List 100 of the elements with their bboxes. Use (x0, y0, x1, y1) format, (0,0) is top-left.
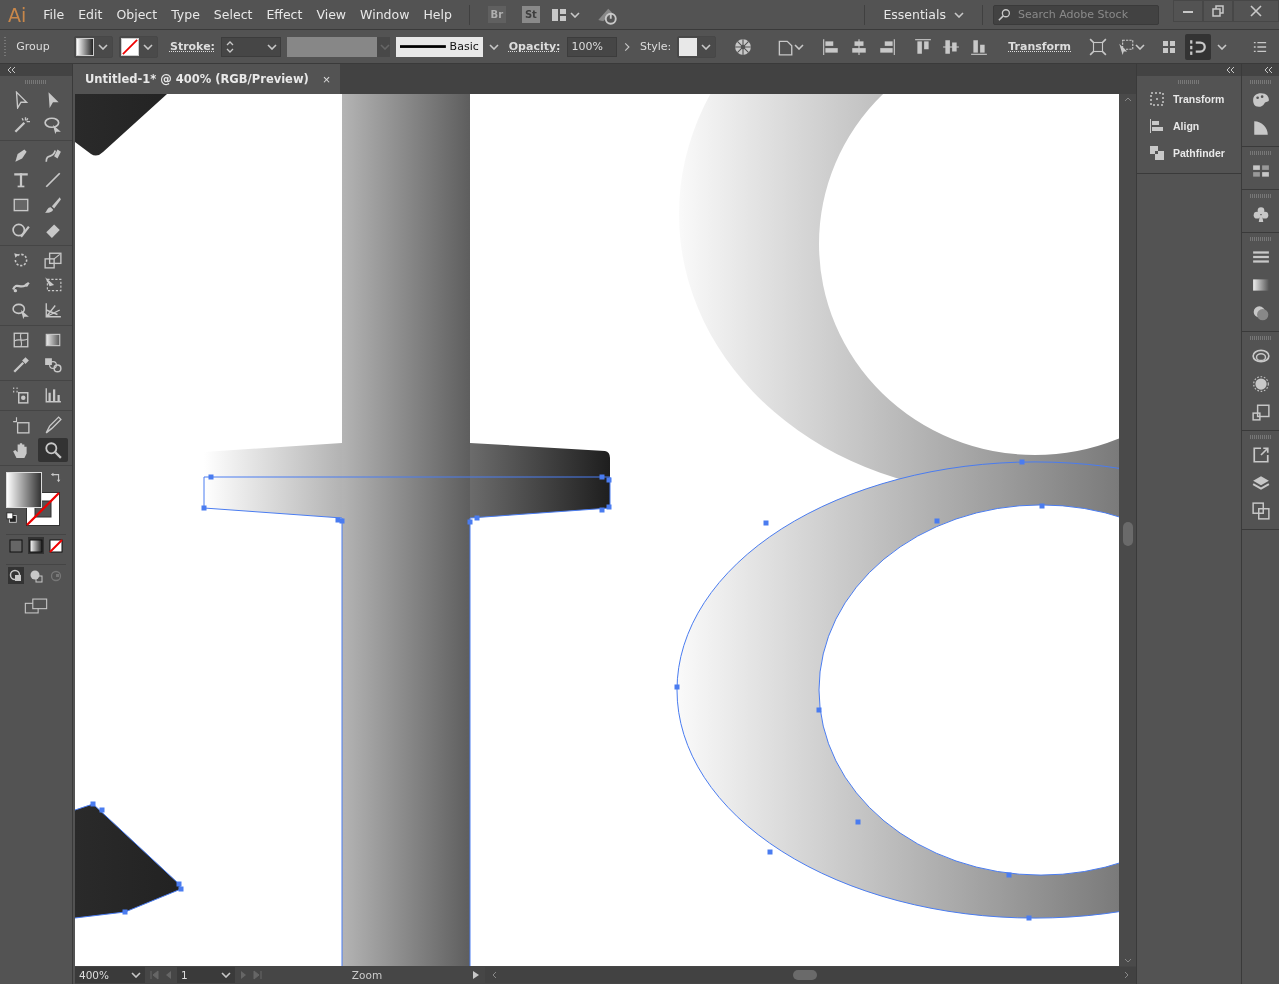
free-transform-icon (44, 276, 62, 294)
magnifier-icon (44, 441, 62, 459)
screen-mode-icon[interactable] (24, 598, 48, 614)
shape-builder-icon (12, 301, 30, 319)
variable-width-dropdown[interactable] (286, 36, 390, 57)
chevron-icon[interactable] (488, 43, 499, 50)
app-logo: Ai (7, 3, 28, 26)
align-left-icon[interactable] (822, 37, 841, 56)
align-bottom-icon[interactable] (970, 37, 989, 56)
palette-icon[interactable] (1251, 91, 1270, 109)
scrollbar-thumb[interactable] (1122, 522, 1133, 546)
stroke-weight-field[interactable] (221, 36, 281, 57)
chevron-icon[interactable] (221, 972, 231, 978)
eyedropper-icon (12, 356, 30, 374)
current-tool-label: Zoom (350, 969, 384, 981)
collapse-icon[interactable] (1263, 66, 1273, 74)
artboards-icon[interactable] (1251, 403, 1270, 421)
restore-button[interactable] (1203, 0, 1233, 22)
lasso-icon (44, 116, 62, 134)
stroke-profile-dropdown[interactable]: Basic (395, 36, 483, 57)
menu-item[interactable]: View (309, 7, 354, 22)
stroke-lines-icon[interactable] (1251, 248, 1270, 266)
chevron-icon[interactable] (97, 43, 108, 50)
align-vertical-center-icon[interactable] (942, 37, 961, 56)
transform-link[interactable]: Transform (1008, 40, 1071, 53)
line-segment-icon (44, 171, 62, 189)
stroke-swatch-button[interactable] (118, 35, 158, 58)
panel-tab[interactable]: Align (1137, 113, 1210, 140)
panel-tab[interactable]: Pathfinder (1137, 140, 1235, 167)
swap-arrow-icon[interactable] (50, 472, 62, 484)
chevron-icon[interactable] (131, 972, 141, 978)
solid-color-icon[interactable] (9, 538, 23, 553)
menu-item[interactable]: Object (109, 7, 165, 22)
panel-tab[interactable]: Transform (1137, 86, 1235, 113)
isolate-icon[interactable] (1089, 37, 1107, 56)
zoom-level-field[interactable]: 400% (75, 967, 145, 983)
minimize-button[interactable] (1173, 0, 1203, 22)
graphic-style-dropdown[interactable] (677, 35, 717, 58)
draw-normal-icon[interactable] (9, 568, 23, 583)
menu-item[interactable]: Window (353, 7, 417, 22)
chevron-icon[interactable] (701, 43, 712, 50)
chevron-icon[interactable] (142, 43, 153, 50)
artboard-number-field[interactable]: 1 (177, 967, 235, 983)
close-tab-button[interactable]: × (322, 71, 331, 87)
menu-item[interactable]: Select (206, 7, 260, 22)
workspace-switcher[interactable]: Essentials (875, 7, 972, 22)
workspace-layout-icon[interactable] (549, 6, 568, 23)
align-top-icon[interactable] (914, 37, 933, 56)
chevron-icon[interactable] (794, 43, 805, 50)
chevron-icon[interactable] (266, 43, 277, 50)
grid-icon[interactable] (1161, 38, 1177, 55)
document-tab[interactable]: Untitled-1* @ 400% (RGB/Preview) × (75, 64, 341, 94)
overlapping-squares-icon[interactable] (1251, 502, 1270, 520)
vertical-scrollbar[interactable] (1119, 94, 1136, 966)
status-menu-arrow-icon[interactable] (471, 970, 481, 980)
gradient-icon[interactable] (1251, 276, 1270, 294)
menu-item[interactable]: Edit (71, 7, 110, 22)
search-icon (998, 7, 1012, 22)
menu-item[interactable]: File (36, 7, 72, 22)
export-icon[interactable] (1251, 446, 1270, 464)
select-similar-icon[interactable] (1117, 37, 1135, 56)
align-right-icon[interactable] (878, 37, 897, 56)
none-color-icon[interactable] (49, 538, 63, 553)
layers-icon[interactable] (1251, 474, 1270, 492)
search-field[interactable]: Search Adobe Stock (993, 4, 1159, 25)
tool-button[interactable] (38, 438, 68, 462)
club-icon[interactable] (1251, 205, 1270, 223)
rectangle-icon (12, 196, 30, 214)
close-button[interactable] (1233, 0, 1279, 22)
symbol-sprayer-icon (12, 386, 30, 404)
restore-icon (1212, 5, 1224, 17)
horizontal-scrollbar[interactable] (485, 967, 1136, 983)
collapse-icon[interactable] (1225, 66, 1235, 74)
paintbrush-icon (44, 196, 62, 214)
gradient-mode-icon[interactable] (29, 538, 43, 553)
opacity-label[interactable]: Opacity: (508, 40, 561, 53)
fill-swatch-button[interactable] (73, 35, 113, 58)
close-icon (1250, 5, 1262, 17)
transparency-icon[interactable] (1251, 304, 1270, 322)
chevron-icon[interactable] (954, 11, 964, 18)
pen-icon (12, 146, 30, 164)
menu-icon[interactable] (1253, 39, 1267, 54)
menu-item[interactable]: Help (416, 7, 459, 22)
transform-icon (1149, 91, 1165, 107)
recolor-wheel-icon[interactable] (734, 37, 753, 56)
menu-item[interactable]: Effect (259, 7, 310, 22)
scrollbar-thumb[interactable] (793, 970, 817, 980)
fill-color-swatch[interactable] (6, 472, 42, 508)
menu-item[interactable]: Type (164, 7, 207, 22)
stroke-label[interactable]: Stroke: (169, 40, 215, 53)
draw-behind-icon[interactable] (29, 568, 43, 583)
collapse-icon[interactable] (6, 66, 16, 74)
chevron-icon[interactable] (569, 11, 580, 18)
chevron-icon[interactable] (1135, 43, 1145, 50)
default-colors-icon[interactable] (6, 512, 18, 524)
opacity-field[interactable]: 100% (566, 36, 617, 57)
chevron-icon[interactable] (1217, 43, 1227, 50)
align-horizontal-center-icon[interactable] (850, 37, 869, 56)
swatches-icon[interactable] (1251, 162, 1270, 180)
snap-icon[interactable] (1189, 37, 1207, 56)
